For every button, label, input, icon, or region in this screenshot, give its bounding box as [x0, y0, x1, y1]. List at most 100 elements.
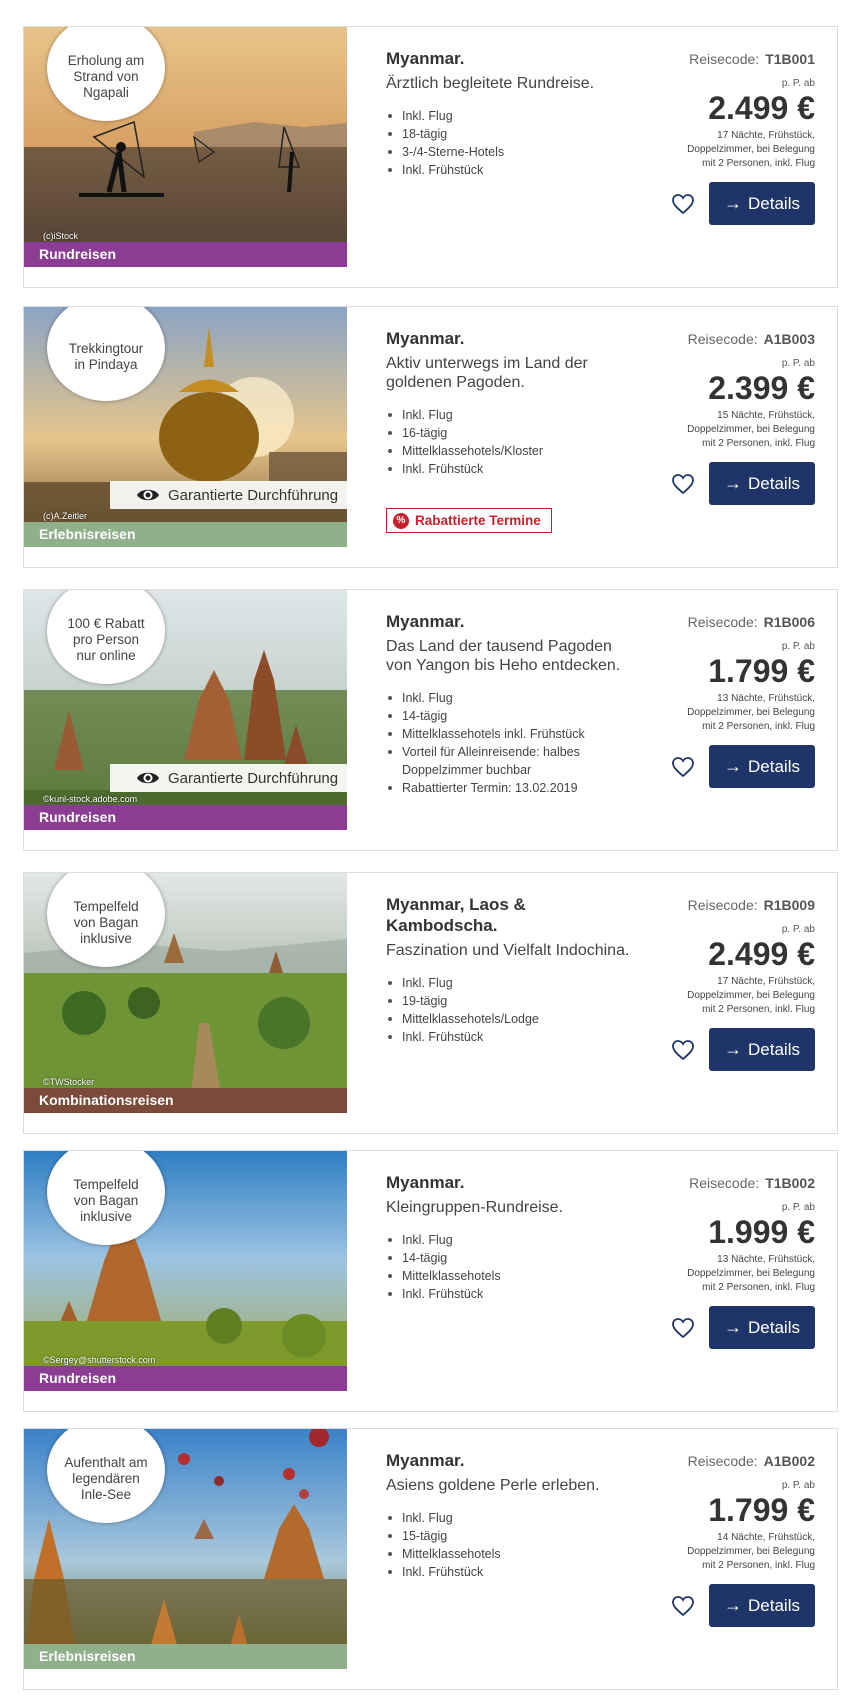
feature-item: 3-/4-Sterne-Hotels	[386, 143, 636, 161]
details-button-label: Details	[748, 473, 800, 493]
trip-card: Trekkingtour in Pindaya Garantierte Durc…	[23, 306, 838, 568]
trip-info: Myanmar. Das Land der tausend Pagoden vo…	[386, 611, 636, 797]
trip-info: Myanmar. Aktiv unterwegs im Land der gol…	[386, 328, 636, 533]
price-box: Reisecode: T1B002 p. P. ab 1.999 € 13 Näc…	[605, 1175, 815, 1295]
per-person-label: p. P. ab	[781, 358, 815, 369]
per-person-label: p. P. ab	[781, 1480, 815, 1491]
trip-image[interactable]: Trekkingtour in Pindaya Garantierte Durc…	[24, 307, 347, 547]
details-button[interactable]: → Details	[709, 1028, 815, 1071]
discount-dates-link[interactable]: % Rabattierte Termine	[386, 508, 552, 533]
details-button-label: Details	[748, 1595, 800, 1615]
arrow-right-icon: →	[724, 1595, 743, 1615]
price: 2.499 €	[708, 936, 815, 972]
feature-item: Inkl. Flug	[386, 974, 636, 992]
feature-item: Mittelklassehotels inkl. Frühstück	[386, 725, 636, 743]
trip-subtitle: Ärztlich begleitete Rundreise.	[386, 75, 595, 92]
eye-icon	[137, 489, 159, 501]
trip-code-label: Reisecode:	[687, 331, 758, 347]
trip-image[interactable]: Aufenthalt am legendären Inle-See Erlebn…	[24, 1429, 347, 1669]
feature-item: Inkl. Flug	[386, 1231, 636, 1249]
trip-subtitle: Das Land der tausend Pagoden von Yangon …	[386, 638, 621, 674]
feature-item: 15-tägig	[386, 1527, 636, 1545]
per-person-label: p. P. ab	[781, 78, 815, 89]
price-note: 17 Nächte, Frühstück, Doppelzimmer, bei …	[687, 130, 815, 169]
feature-item: Inkl. Flug	[386, 406, 636, 424]
photo-credit: (c)A.Zeitler	[43, 511, 88, 521]
details-button[interactable]: → Details	[709, 745, 815, 788]
details-button-label: Details	[748, 1039, 800, 1059]
trip-card: Erholung am Strand von Ngapali (c)iStock…	[23, 26, 838, 288]
price-box: Reisecode: A1B002 p. P. ab 1.799 € 14 Näc…	[605, 1453, 815, 1573]
feature-item: Mittelklassehotels/Kloster	[386, 442, 636, 460]
trip-title[interactable]: Myanmar.	[386, 328, 636, 349]
photo-credit: ©kunl-stock.adobe.com	[43, 794, 138, 804]
guarantee-label: Garantierte Durchführung	[168, 486, 339, 504]
heart-icon[interactable]	[671, 1039, 695, 1061]
details-button[interactable]: → Details	[709, 1306, 815, 1349]
arrow-right-icon: →	[724, 473, 743, 493]
details-button-label: Details	[748, 193, 800, 213]
trip-title[interactable]: Myanmar.	[386, 48, 636, 69]
feature-list: Inkl. Flug 18-tägig 3-/4-Sterne-Hotels I…	[386, 107, 636, 179]
heart-icon[interactable]	[671, 473, 695, 495]
feature-list: Inkl. Flug 16-tägig Mittelklassehotels/K…	[386, 406, 636, 478]
trip-code-label: Reisecode:	[689, 1175, 760, 1191]
feature-list: Inkl. Flug 19-tägig Mittelklassehotels/L…	[386, 974, 636, 1046]
category-label[interactable]: Rundreisen	[24, 1366, 347, 1391]
per-person-label: p. P. ab	[781, 924, 815, 935]
percent-badge-icon: %	[393, 512, 409, 529]
heart-icon[interactable]	[671, 756, 695, 778]
arrow-right-icon: →	[724, 193, 743, 213]
trip-code-value: R1B009	[763, 897, 815, 913]
heart-icon[interactable]	[671, 1317, 695, 1339]
card-actions: → Details	[671, 1584, 815, 1627]
category-label[interactable]: Kombinationsreisen	[24, 1088, 347, 1113]
price: 2.499 €	[708, 90, 815, 126]
category-label[interactable]: Erlebnisreisen	[24, 522, 347, 547]
trip-subtitle: Aktiv unterwegs im Land der goldenen Pag…	[386, 355, 588, 391]
feature-item: 19-tägig	[386, 992, 636, 1010]
feature-list: Inkl. Flug 15-tägig Mittelklassehotels I…	[386, 1509, 636, 1581]
feature-item: Inkl. Frühstück	[386, 1285, 636, 1303]
arrow-right-icon: →	[724, 1039, 743, 1059]
feature-item: Mittelklassehotels	[386, 1545, 636, 1563]
arrow-right-icon: →	[724, 756, 743, 776]
feature-item: 16-tägig	[386, 424, 636, 442]
feature-item: Inkl. Flug	[386, 1509, 636, 1527]
trip-card: Tempelfeld von Bagan inklusive ©TWStocke…	[23, 872, 838, 1134]
trip-image[interactable]: Tempelfeld von Bagan inklusive ©TWStocke…	[24, 873, 347, 1113]
trip-info: Myanmar. Asiens goldene Perle erleben. I…	[386, 1450, 636, 1581]
details-button[interactable]: → Details	[709, 182, 815, 225]
price-note: 13 Nächte, Frühstück, Doppelzimmer, bei …	[687, 1254, 815, 1293]
guarantee-badge: Garantierte Durchführung	[110, 481, 347, 509]
trip-code-label: Reisecode:	[689, 51, 760, 67]
trip-title[interactable]: Myanmar, Laos & Kambodscha.	[386, 894, 636, 936]
trip-subtitle: Faszination und Vielfalt Indochina.	[386, 942, 630, 959]
category-label[interactable]: Rundreisen	[24, 805, 347, 830]
trip-image[interactable]: Tempelfeld von Bagan inklusive ©Sergey@s…	[24, 1151, 347, 1391]
trip-image[interactable]: Erholung am Strand von Ngapali (c)iStock…	[24, 27, 347, 267]
feature-item: 14-tägig	[386, 1249, 636, 1267]
trip-title[interactable]: Myanmar.	[386, 1172, 636, 1193]
card-actions: → Details	[671, 745, 815, 788]
heart-icon[interactable]	[671, 193, 695, 215]
trip-code-value: R1B006	[763, 614, 815, 630]
feature-item: Rabattierter Termin: 13.02.2019	[386, 779, 636, 797]
per-person-label: p. P. ab	[781, 641, 815, 652]
details-button[interactable]: → Details	[709, 1584, 815, 1627]
trip-image[interactable]: 100 € Rabatt pro Person nur online Garan…	[24, 590, 347, 830]
per-person-label: p. P. ab	[781, 1202, 815, 1213]
category-label[interactable]: Erlebnisreisen	[24, 1644, 347, 1669]
category-label[interactable]: Rundreisen	[24, 242, 347, 267]
card-actions: → Details	[671, 1306, 815, 1349]
trip-title[interactable]: Myanmar.	[386, 1450, 636, 1471]
price-note: 15 Nächte, Frühstück, Doppelzimmer, bei …	[687, 410, 815, 449]
price-box: Reisecode: R1B006 p. P. ab 1.799 € 13 Näc…	[605, 614, 815, 734]
feature-list: Inkl. Flug 14-tägig Mittelklassehotels i…	[386, 689, 636, 797]
trip-title[interactable]: Myanmar.	[386, 611, 636, 632]
card-actions: → Details	[671, 1028, 815, 1071]
heart-icon[interactable]	[671, 1595, 695, 1617]
feature-item: Inkl. Frühstück	[386, 1563, 636, 1581]
details-button[interactable]: → Details	[709, 462, 815, 505]
trip-code: Reisecode: A1B002	[605, 1453, 815, 1469]
